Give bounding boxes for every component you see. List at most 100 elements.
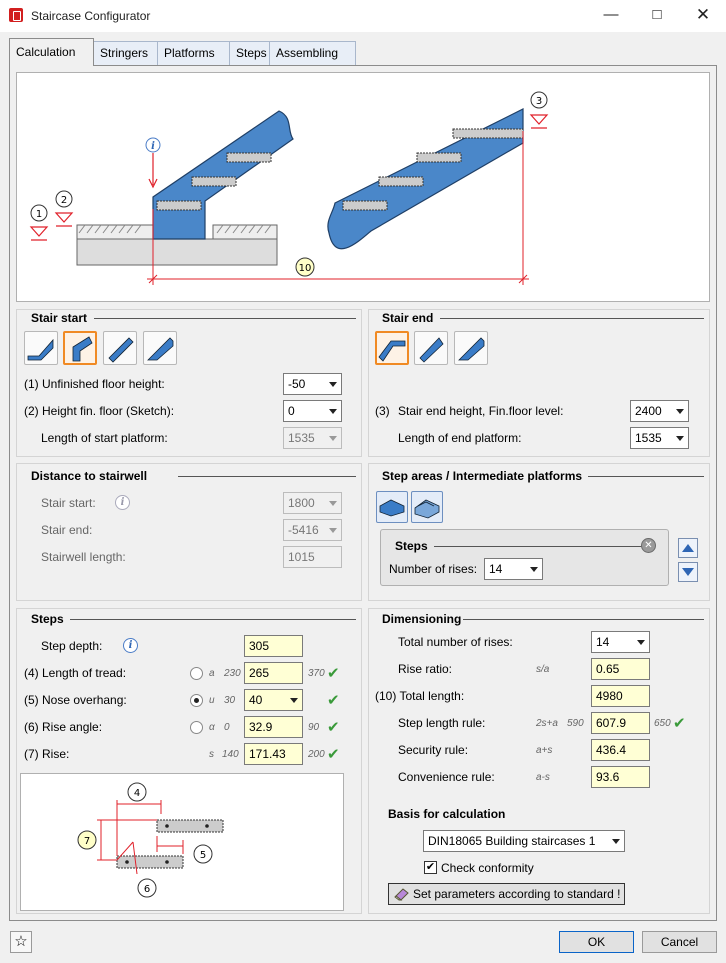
- add-step-area-button[interactable]: [376, 491, 408, 523]
- length-end-platform-combo[interactable]: 1535: [630, 427, 689, 449]
- group-divider: [440, 318, 704, 319]
- level-symbol-2: [54, 212, 74, 227]
- tread-radio[interactable]: [190, 667, 203, 680]
- eraser-icon: [394, 888, 409, 901]
- convenience-rule-formula: a-s: [536, 772, 550, 783]
- move-down-button[interactable]: [678, 562, 698, 582]
- stair-end-height-combo[interactable]: 2400: [630, 400, 689, 422]
- maximize-icon[interactable]: □: [634, 0, 680, 32]
- distance-stair-start-value: 1800: [288, 496, 315, 510]
- unfinished-floor-combo[interactable]: -50: [283, 373, 342, 395]
- angle-field[interactable]: 32.9: [244, 716, 303, 738]
- total-length-field[interactable]: 4980: [591, 685, 650, 707]
- end-type-button-2[interactable]: [414, 331, 448, 365]
- distance-stair-end-combo[interactable]: -5416: [283, 519, 342, 541]
- height-fin-floor-combo[interactable]: 0: [283, 400, 342, 422]
- remove-icon[interactable]: ✕: [641, 538, 656, 553]
- add-platform-button[interactable]: [411, 491, 443, 523]
- info-icon[interactable]: i: [123, 638, 138, 653]
- info-icon[interactable]: i: [115, 495, 130, 510]
- marker-6-label: 6: [144, 884, 150, 895]
- nose-value: 40: [249, 693, 263, 707]
- group-divider: [94, 318, 356, 319]
- step-depth-field[interactable]: 305: [244, 635, 303, 657]
- basis-label: Basis for calculation: [388, 807, 506, 821]
- check-conformity-checkbox[interactable]: ✔: [424, 861, 437, 874]
- nose-radio[interactable]: [190, 694, 203, 707]
- check-icon: ✔: [327, 746, 340, 763]
- marker-3-label: 3: [536, 96, 542, 107]
- tab-platforms[interactable]: Platforms: [157, 41, 230, 65]
- minimize-icon[interactable]: —: [588, 0, 634, 32]
- start-type-button-3[interactable]: [103, 331, 137, 365]
- set-parameters-button[interactable]: Set parameters according to standard !: [388, 883, 625, 905]
- chevron-down-icon: [612, 839, 620, 844]
- end-type-button-1[interactable]: [375, 331, 409, 365]
- basis-combo[interactable]: DIN18065 Building staircases 1: [423, 830, 625, 852]
- tread-field[interactable]: 265: [244, 662, 303, 684]
- group-divider: [70, 619, 356, 620]
- angle-radio[interactable]: [190, 721, 203, 734]
- start-type-button-4[interactable]: [143, 331, 177, 365]
- step-rule-field[interactable]: 607.9: [591, 712, 650, 734]
- start-type-button-2[interactable]: [63, 331, 97, 365]
- favorite-star-icon[interactable]: ☆: [10, 931, 32, 953]
- security-rule-field[interactable]: 436.4: [591, 739, 650, 761]
- info-icon-glyph: i: [151, 141, 155, 152]
- stairwell-length-label: Stairwell length:: [41, 550, 126, 564]
- tab-steps[interactable]: Steps: [229, 41, 270, 65]
- tab-stringers[interactable]: Stringers: [93, 41, 158, 65]
- marker-7-label: 7: [84, 836, 90, 847]
- start-type-button-1[interactable]: [24, 331, 58, 365]
- rise-ratio-field[interactable]: 0.65: [591, 658, 650, 680]
- chevron-down-icon: [530, 567, 538, 572]
- angled-start-icon: [72, 336, 93, 362]
- close-icon[interactable]: ✕: [680, 0, 726, 32]
- length-start-platform-label: Length of start platform:: [41, 431, 168, 445]
- step-rule-label: Step length rule:: [398, 716, 486, 730]
- group-divider: [178, 476, 356, 477]
- rise-field[interactable]: 171.43: [244, 743, 303, 765]
- cancel-button[interactable]: Cancel: [642, 931, 717, 953]
- tread-max: 370: [308, 668, 325, 679]
- marker-10-label: 10: [299, 263, 312, 274]
- tab-assembling[interactable]: Assembling: [269, 41, 356, 65]
- chevron-down-icon: [290, 698, 298, 703]
- step-detail-sketch: 4 7 5 6: [77, 782, 224, 898]
- chevron-down-icon: [329, 436, 337, 441]
- step-tread: [191, 176, 237, 187]
- total-rises-combo[interactable]: 14: [591, 631, 650, 653]
- ok-button[interactable]: OK: [559, 931, 634, 953]
- group-divider: [463, 619, 704, 620]
- nose-label: (5) Nose overhang:: [24, 693, 127, 707]
- step-area-icon: [379, 499, 405, 517]
- convenience-rule-field[interactable]: 93.6: [591, 766, 650, 788]
- stairwell-length-field[interactable]: 1015: [283, 546, 342, 568]
- check-icon: ✔: [673, 715, 686, 732]
- nose-combo[interactable]: 40: [244, 689, 303, 711]
- platform-icon: [414, 499, 440, 519]
- end-type-button-3[interactable]: [454, 331, 488, 365]
- diagonal-start-icon: [108, 337, 134, 363]
- distance-stair-start-combo[interactable]: 1800: [283, 492, 342, 514]
- move-up-button[interactable]: [678, 538, 698, 558]
- rises-combo[interactable]: 14: [484, 558, 543, 580]
- marker-1-label: 1: [36, 209, 42, 220]
- tab-calculation[interactable]: Calculation: [9, 38, 94, 66]
- step-detail-diagram: 4 7 5 6: [20, 773, 344, 911]
- length-end-platform-label: Length of end platform:: [398, 431, 522, 445]
- distance-stair-start-label: Stair start:: [41, 496, 96, 510]
- security-rule-label: Security rule:: [398, 743, 469, 757]
- rise-label: (7) Rise:: [24, 747, 70, 761]
- flat-start-icon: [27, 338, 54, 361]
- angle-min: 0: [224, 722, 230, 733]
- group-divider: [588, 476, 704, 477]
- tread-symbol: a: [209, 668, 215, 679]
- dimensioning-title: Dimensioning: [382, 612, 462, 626]
- check-conformity-label: Check conformity: [441, 861, 534, 875]
- level-symbol-1: [29, 226, 49, 241]
- step-tread: [156, 200, 202, 211]
- length-start-platform-combo[interactable]: 1535: [283, 427, 342, 449]
- distance-stair-end-value: -5416: [288, 523, 319, 537]
- total-rises-value: 14: [596, 635, 610, 649]
